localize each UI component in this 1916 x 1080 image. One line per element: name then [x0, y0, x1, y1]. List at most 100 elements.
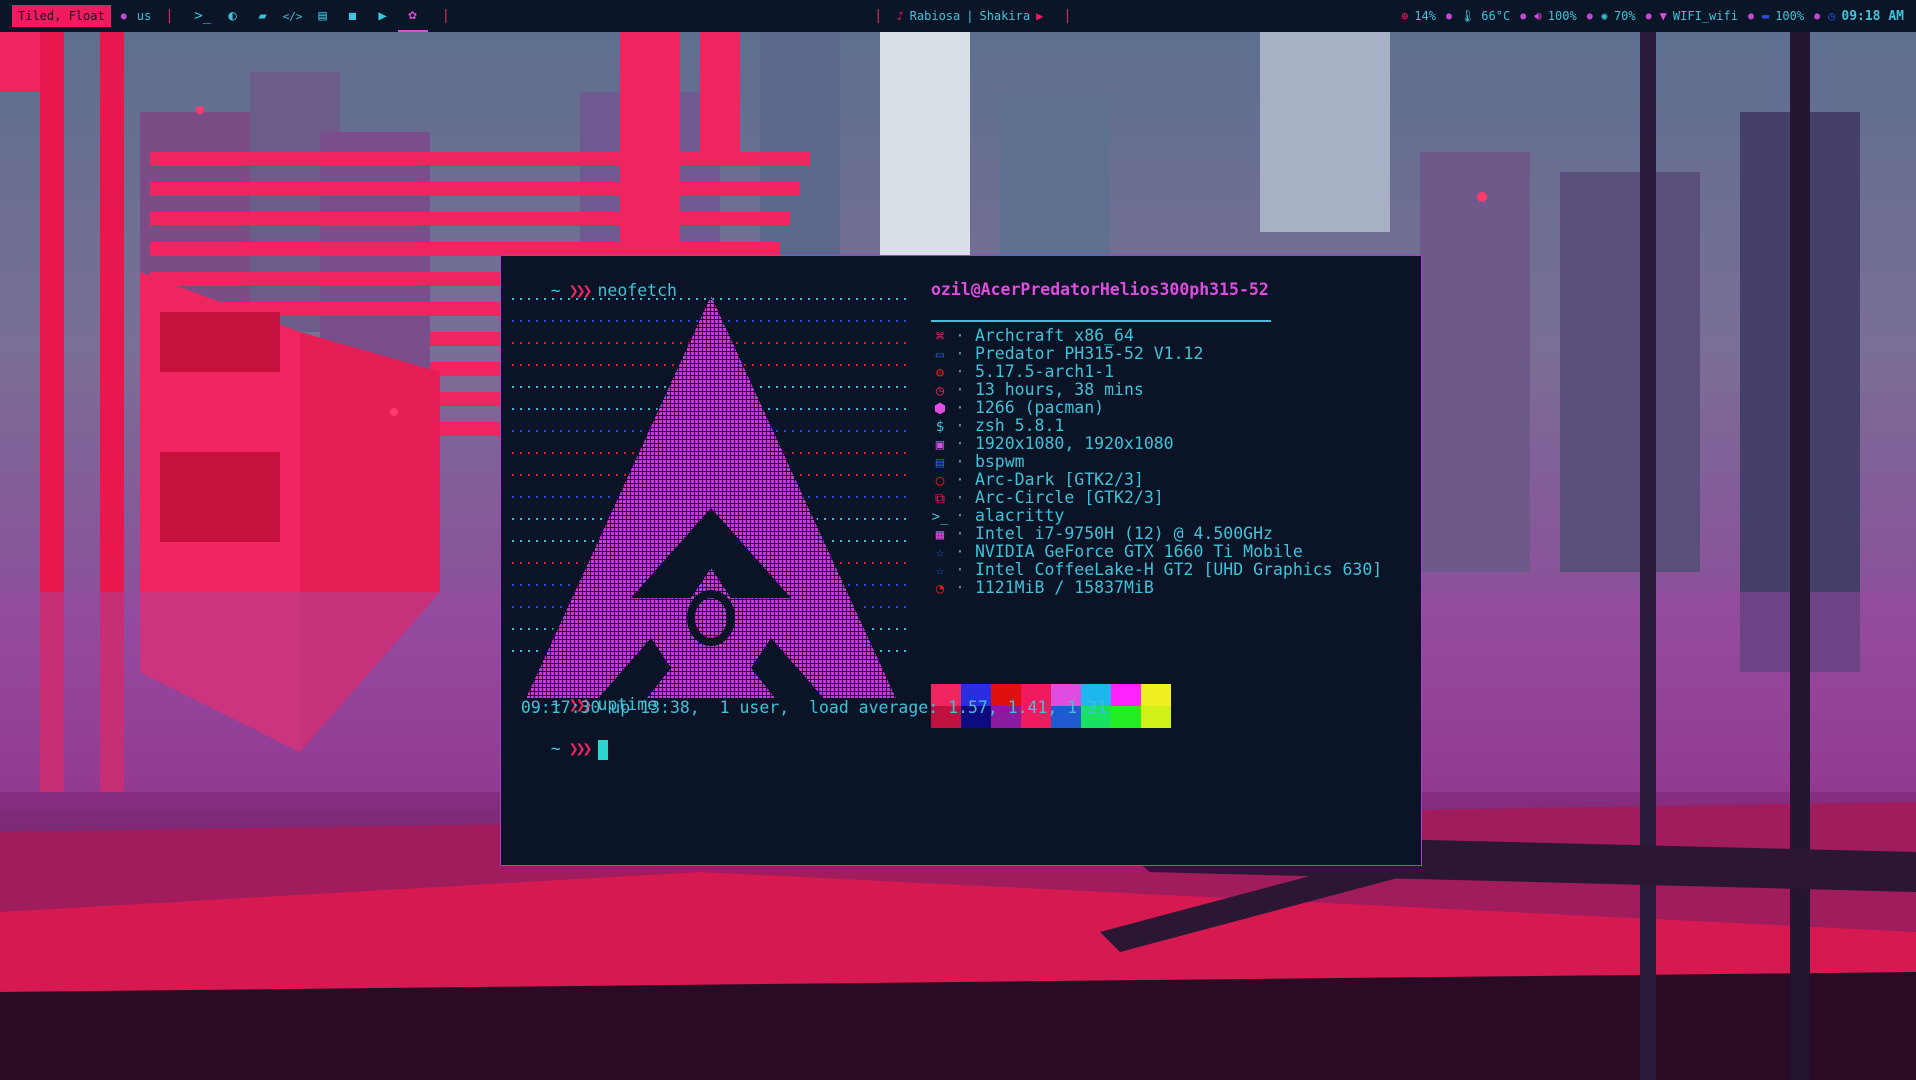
info-bullet: ·	[955, 380, 965, 399]
cpu-icon: ▦	[935, 527, 945, 543]
info-value: zsh 5.8.1	[974, 416, 1065, 435]
volume-icon[interactable]: 🔊︎	[1534, 9, 1542, 24]
workspace-chat-icon[interactable]: ◼	[338, 0, 368, 32]
neofetch-info-row: ◯ · Arc-Dark [GTK2/3]	[931, 470, 1144, 489]
info-value: 13 hours, 38 mins	[974, 380, 1144, 399]
command-icon: ⌘	[935, 329, 945, 345]
info-value: Intel i7-9750H (12) @ 4.500GHz	[974, 524, 1273, 543]
window-icon: ▤	[935, 455, 945, 471]
info-bullet: ·	[955, 416, 965, 435]
info-bullet: ·	[955, 560, 965, 579]
info-bullet: ·	[955, 524, 965, 543]
user-host: ozil@AcerPredatorHelios300ph315-52	[931, 280, 1269, 299]
gear-icon: ⚙	[935, 365, 945, 381]
neofetch-info-row: ▦ · Intel i7-9750H (12) @ 4.500GHz	[931, 524, 1273, 543]
separator-dot: ●	[1586, 10, 1593, 22]
info-bullet: ·	[955, 578, 965, 597]
wifi-name[interactable]: WIFI_wifi	[1673, 9, 1738, 23]
terminal-icon: >_	[931, 509, 949, 525]
info-bullet: ·	[955, 488, 965, 507]
music-artist[interactable]: Shakira	[979, 9, 1030, 23]
info-bullet: ·	[955, 542, 965, 561]
star-icon: ☆	[935, 545, 945, 561]
info-value: Archcraft x86_64	[974, 326, 1134, 345]
info-value: 1121MiB / 15837MiB	[974, 578, 1154, 597]
workspace-folder-icon[interactable]: ▰	[248, 0, 278, 32]
neofetch-info-row: ⬢ · 1266 (pacman)	[931, 398, 1104, 417]
copy-icon: ⧉	[935, 491, 945, 507]
separator-dot: ●	[1520, 10, 1527, 22]
prompt-arrows: ❯❯❯	[568, 739, 593, 758]
battery-level: 100%	[1775, 9, 1805, 23]
keyboard-layout[interactable]: us	[137, 9, 151, 23]
drop-icon: ◯	[935, 473, 945, 489]
clock-time[interactable]: 09:18 AM	[1841, 9, 1904, 24]
temperature: 66°C	[1481, 9, 1511, 23]
info-bullet: ·	[955, 434, 965, 453]
info-value: 1920x1080, 1920x1080	[974, 434, 1174, 453]
top-status-bar: Tiled, Float ● us | >_ ◐ ▰ </> ▤ ◼ ▶ ✿ |…	[0, 0, 1916, 32]
neofetch-info-row: >_ · alacritty	[931, 506, 1065, 525]
separator-dot: ●	[1446, 10, 1453, 22]
pie-icon: ◔	[935, 581, 945, 597]
separator: |	[1063, 8, 1072, 24]
cpu-usage: 14%	[1414, 9, 1437, 23]
clock-icon: ◷	[1828, 9, 1836, 23]
neofetch-info-row: ⚙ · 5.17.5-arch1-1	[931, 362, 1114, 381]
workspace-youtube-icon[interactable]: ▶	[368, 0, 398, 32]
music-song[interactable]: Rabiosa	[910, 9, 961, 23]
separator: |	[441, 8, 451, 24]
uptime-output: 09:17:30 up 13:38, 1 user, load average:…	[511, 698, 1108, 717]
workspace-code-icon[interactable]: </>	[278, 0, 308, 32]
info-value: Predator PH315-52 V1.12	[974, 344, 1204, 363]
prompt-tilde: ~	[550, 739, 561, 758]
music-note-icon: ♪	[896, 9, 904, 23]
archcraft-ascii-logo	[511, 288, 911, 698]
battery-icon: ▬	[1761, 9, 1770, 23]
separator: |	[874, 8, 883, 24]
package-icon: ⬢	[933, 401, 947, 417]
neofetch-info-row: ◔ · 1121MiB / 15837MiB	[931, 578, 1154, 597]
neofetch-info-row: $ · zsh 5.8.1	[931, 416, 1065, 435]
palette-swatch	[1111, 706, 1141, 728]
image-icon: ▣	[935, 437, 945, 453]
separator-dot: ●	[1645, 10, 1652, 22]
workspace-gear-icon[interactable]: ✿	[397, 0, 428, 32]
separator-dot: ●	[120, 10, 127, 22]
wifi-icon[interactable]: ▼	[1660, 9, 1667, 23]
info-value: NVIDIA GeForce GTX 1660 Ti Mobile	[974, 542, 1303, 561]
play-icon[interactable]: ▶	[1036, 9, 1043, 23]
text-cursor	[597, 739, 608, 760]
monitor-icon: ▭	[935, 347, 945, 363]
dollar-icon: $	[935, 419, 945, 435]
terminal-window[interactable]: ~❯❯❯neofetch	[500, 255, 1422, 866]
info-value: alacritty	[974, 506, 1065, 525]
prompt-line-current[interactable]: ~ ❯❯❯	[511, 720, 608, 779]
layout-mode-indicator[interactable]: Tiled, Float	[12, 5, 111, 27]
separator-dot: ●	[1747, 10, 1754, 22]
workspace-book-icon[interactable]: ▤	[308, 0, 338, 32]
info-value: Arc-Circle [GTK2/3]	[974, 488, 1164, 507]
cpu-icon: ⊕	[1401, 9, 1409, 23]
star-icon: ☆	[935, 563, 945, 579]
separator-dot: ●	[1814, 10, 1821, 22]
info-value: Arc-Dark [GTK2/3]	[974, 470, 1144, 489]
volume-level[interactable]: 100%	[1548, 9, 1577, 23]
palette-swatch	[1111, 684, 1141, 706]
neofetch-info-row: ☆ · NVIDIA GeForce GTX 1660 Ti Mobile	[931, 542, 1303, 561]
neofetch-info-row: ⧉ · Arc-Circle [GTK2/3]	[931, 488, 1164, 507]
info-value: 1266 (pacman)	[974, 398, 1105, 417]
neofetch-info-row: ☆ · Intel CoffeeLake-H GT2 [UHD Graphics 6…	[931, 560, 1382, 579]
neofetch-info-row: ▤ · bspwm	[931, 452, 1025, 471]
brightness-icon[interactable]: ✺	[1601, 9, 1608, 23]
palette-swatch	[1141, 706, 1171, 728]
separator: |	[165, 8, 174, 24]
neofetch-info-row: ◷ · 13 hours, 38 mins	[931, 380, 1144, 399]
workspace-firefox-icon[interactable]: ◐	[218, 0, 248, 32]
clock-icon: ◷	[935, 383, 945, 399]
workspace-terminal-icon[interactable]: >_	[188, 0, 218, 32]
info-bullet: ·	[955, 506, 965, 525]
info-bullet: ·	[955, 470, 965, 489]
info-value: 5.17.5-arch1-1	[974, 362, 1115, 381]
brightness-level[interactable]: 70%	[1614, 9, 1636, 23]
